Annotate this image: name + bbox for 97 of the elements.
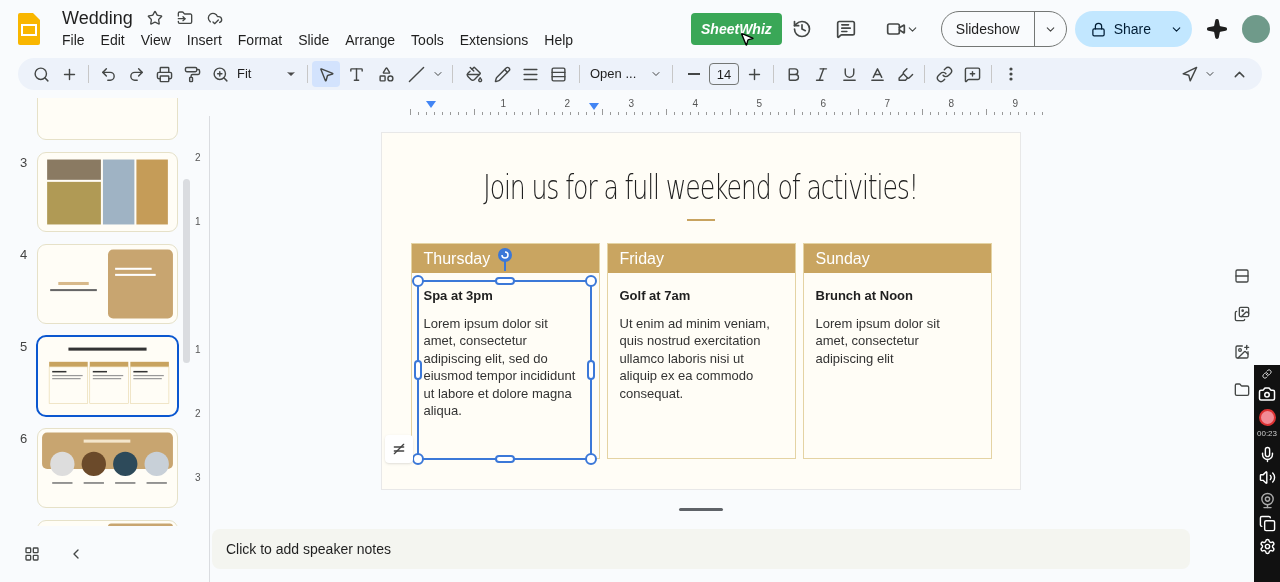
undo-icon	[99, 65, 117, 83]
avatar[interactable]	[1242, 15, 1270, 43]
move-folder-icon[interactable]	[176, 10, 193, 26]
highlight-icon	[896, 65, 914, 83]
day-header: Thursday	[411, 244, 599, 273]
slide-number: 5	[19, 338, 29, 356]
fill-color-icon	[465, 65, 483, 83]
ruler-label: 5	[756, 98, 762, 109]
ruler-label: 8	[948, 98, 954, 109]
zoom-dropdown[interactable]: Fit	[235, 64, 299, 84]
slide-number: 3	[19, 154, 29, 172]
slide-thumbnail[interactable]	[38, 337, 177, 415]
recording-time: 00:23	[1257, 428, 1277, 440]
record-button[interactable]	[1258, 409, 1276, 426]
ruler-label: 7	[884, 98, 890, 109]
windows-icon[interactable]	[1258, 515, 1276, 532]
document-title[interactable]: Wedding	[62, 7, 133, 29]
more-icon	[1009, 67, 1013, 81]
border-dash-icon	[549, 65, 567, 83]
indent-marker-icon[interactable]	[589, 103, 599, 110]
paint-format-icon	[183, 65, 201, 83]
ruler-label: 3	[628, 98, 634, 109]
menu-item[interactable]: Extensions	[452, 30, 536, 51]
underline-icon	[840, 65, 858, 83]
activity-heading: Spa at 3pm	[423, 287, 494, 305]
images-icon[interactable]	[1234, 306, 1250, 322]
activity-description: Ut enim ad minim veniam, quis nostrud exercitation ullamco laboris nisi ut aliquip ex ea commodo consequat.	[619, 314, 771, 402]
slide-thumbnail[interactable]	[38, 245, 177, 323]
ruler-label: 1	[500, 98, 506, 109]
menu-item[interactable]: View	[133, 30, 178, 51]
history-icon[interactable]	[791, 19, 812, 39]
minus-icon	[688, 73, 700, 75]
menu-item[interactable]: Format	[230, 30, 290, 51]
activity-description: Lorem ipsum dolor sit amet, consectetur adipiscing elit	[815, 314, 941, 367]
menu-item[interactable]: Edit	[93, 30, 132, 51]
text-box-tool-icon	[347, 65, 365, 83]
ruler-label: 2	[195, 406, 201, 421]
activity-heading: Golf at 7am	[619, 287, 692, 305]
pointer-mode-icon	[1180, 65, 1198, 83]
alt-format-button[interactable]	[385, 435, 413, 463]
ruler-label: 1	[195, 214, 201, 229]
settings-icon[interactable]	[1258, 538, 1276, 555]
camera-icon[interactable]	[1258, 385, 1276, 403]
indent-marker-icon[interactable]	[426, 101, 436, 108]
day-header: Sunday	[803, 244, 991, 273]
resize-handle[interactable]	[679, 508, 723, 511]
slide-thumbnail[interactable]	[38, 153, 177, 231]
speaker-notes-field[interactable]: Click to add speaker notes	[212, 529, 1190, 569]
border-color-icon	[493, 65, 511, 83]
ruler-label: 6	[820, 98, 826, 109]
scrollbar[interactable]	[183, 179, 190, 363]
image-search-icon[interactable]	[1234, 344, 1250, 360]
slide-number: 6	[19, 430, 29, 448]
not-equal-icon	[391, 441, 407, 457]
star-icon[interactable]	[146, 10, 163, 26]
link-icon	[935, 65, 953, 83]
print-icon	[155, 65, 173, 83]
search-icon	[32, 65, 50, 83]
activity-description: Lorem ipsum dolor sit amet, consectetur adipiscing elit, sed do eiusmod tempor incididunt ut labore et dolore magna aliqua.	[423, 314, 577, 420]
webcam-icon[interactable]	[1258, 492, 1276, 509]
font-size-field[interactable]: 14	[709, 63, 739, 85]
redo-icon	[127, 65, 145, 83]
add-comment-icon	[963, 65, 981, 83]
panel-icon[interactable]	[1234, 268, 1250, 284]
speaker-icon[interactable]	[1258, 469, 1276, 486]
activity-heading: Brunch at Noon	[815, 287, 914, 305]
menu-item[interactable]: Slide	[291, 30, 337, 51]
ruler-label: 3	[195, 470, 201, 485]
line-tool-icon	[407, 65, 425, 83]
comments-icon[interactable]	[835, 19, 856, 39]
folder-icon[interactable]	[1234, 382, 1250, 398]
day-header: Friday	[607, 244, 795, 273]
menu-item[interactable]: Arrange	[338, 30, 403, 51]
ruler-label: 1	[195, 342, 201, 357]
ruler-label: 2	[564, 98, 570, 109]
zoom-icon	[211, 65, 229, 83]
ruler-label: 9	[1012, 98, 1018, 109]
ruler-label: 4	[692, 98, 698, 109]
menu-item[interactable]: Tools	[404, 30, 451, 51]
sparkle-icon[interactable]	[1206, 18, 1228, 40]
lock-icon	[1090, 21, 1106, 37]
link-icon[interactable]	[1262, 369, 1272, 379]
slide-title: Join us for a full weekend of activities!	[483, 167, 919, 207]
rotate-handle-icon[interactable]	[496, 247, 513, 271]
ruler-label: 2	[195, 150, 201, 165]
grid-view-icon[interactable]	[24, 546, 40, 562]
menu-item[interactable]: Insert	[179, 30, 229, 51]
select-tool-icon	[317, 65, 335, 83]
font-dropdown[interactable]: Open ...	[588, 64, 664, 84]
slide-thumbnail[interactable]	[38, 429, 177, 507]
cloud-saved-icon[interactable]	[206, 10, 223, 26]
shape-tool-icon	[377, 65, 395, 83]
menu-item[interactable]: File	[62, 30, 92, 51]
text-color-icon	[868, 65, 886, 83]
slide-number: 4	[19, 246, 29, 264]
select-tool[interactable]	[312, 61, 340, 87]
menu-item[interactable]: Help	[537, 30, 581, 51]
